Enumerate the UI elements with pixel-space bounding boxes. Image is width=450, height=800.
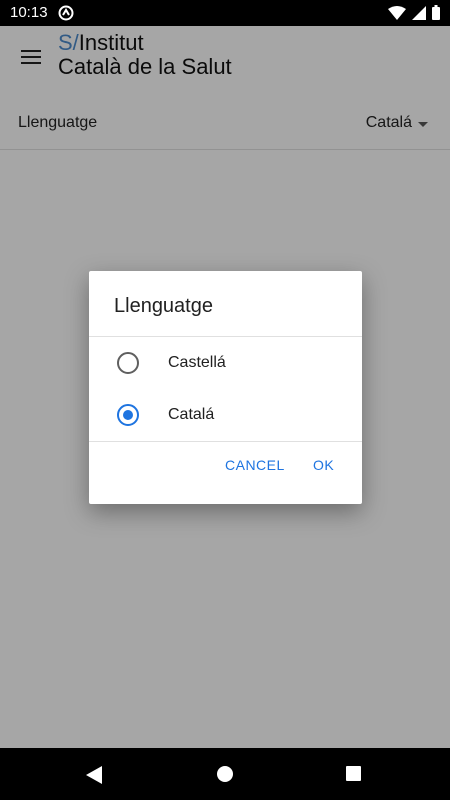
back-icon[interactable] [86, 766, 102, 784]
cancel-button[interactable]: CANCEL [225, 457, 285, 473]
recents-icon[interactable] [346, 766, 361, 781]
option-catala[interactable]: Catalá [89, 389, 362, 441]
status-bar: 10:13 [0, 0, 450, 26]
option-castella[interactable]: Castellá [89, 337, 362, 389]
radio-checked-icon[interactable] [117, 404, 139, 426]
status-icons [388, 5, 440, 20]
radio-unchecked-icon[interactable] [117, 352, 139, 374]
option-label: Catalá [168, 406, 215, 423]
home-icon[interactable] [217, 766, 233, 782]
wifi-icon [388, 5, 406, 20]
navigation-bar [0, 748, 450, 800]
app-notification-icon [58, 5, 74, 21]
option-label: Castellá [168, 354, 226, 371]
battery-icon [432, 5, 440, 20]
dialog-title: Llenguatge [114, 295, 213, 317]
divider [89, 441, 362, 442]
ok-button[interactable]: OK [313, 457, 334, 473]
status-time: 10:13 [10, 4, 48, 21]
signal-icon [412, 5, 426, 20]
language-dialog: Llenguatge Castellá Catalá CANCEL OK [89, 271, 362, 504]
